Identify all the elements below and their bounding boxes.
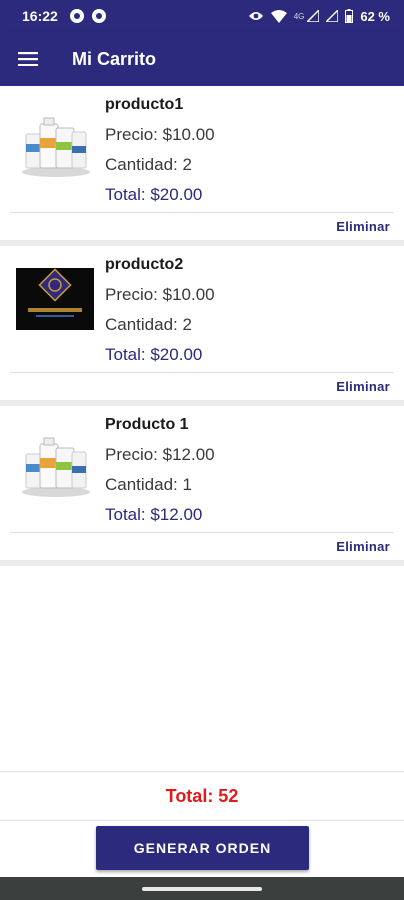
product-image xyxy=(22,437,90,497)
product-price: Precio: $10.00 xyxy=(105,125,215,144)
page-title: Mi Carrito xyxy=(72,48,157,69)
product-total: Total: $20.00 xyxy=(105,345,203,364)
hamburger-menu-icon xyxy=(18,52,38,66)
menu-button[interactable] xyxy=(0,32,56,86)
notification-icon-2 xyxy=(91,9,106,23)
product-quantity: Cantidad: 1 xyxy=(105,475,192,494)
product-name: Producto 1 xyxy=(105,416,189,433)
cart-grand-total: Total: 52 xyxy=(165,785,239,806)
status-time: 16:22 xyxy=(22,8,58,24)
home-gesture-handle[interactable] xyxy=(142,886,262,891)
divider xyxy=(10,532,394,533)
system-nav-bar xyxy=(0,877,404,900)
delete-button[interactable]: Eliminar xyxy=(336,379,390,394)
product-total: Total: $12.00 xyxy=(105,505,203,524)
product-name: producto2 xyxy=(105,256,184,273)
eye-icon xyxy=(248,12,263,20)
signal-icon xyxy=(307,10,320,22)
cart-list: producto1 Precio: $10.00 Cantidad: 2 Tot… xyxy=(0,86,404,566)
network-label: 4G xyxy=(293,11,305,21)
product-total: Total: $20.00 xyxy=(105,185,203,204)
product-price: Precio: $12.00 xyxy=(105,445,215,464)
product-quantity: Cantidad: 2 xyxy=(105,155,192,174)
battery-percent: 62 % xyxy=(360,8,390,24)
product-image xyxy=(16,268,94,330)
wifi-icon xyxy=(270,9,287,23)
product-image xyxy=(22,117,90,177)
app-bar: Mi Carrito xyxy=(0,32,404,86)
delete-button[interactable]: Eliminar xyxy=(336,539,390,554)
delete-button[interactable]: Eliminar xyxy=(336,219,390,234)
cart-item: producto1 Precio: $10.00 Cantidad: 2 Tot… xyxy=(0,86,404,246)
product-name: producto1 xyxy=(105,96,184,113)
product-price: Precio: $10.00 xyxy=(105,285,215,304)
cart-item: producto2 Precio: $10.00 Cantidad: 2 Tot… xyxy=(0,246,404,406)
battery-icon xyxy=(345,9,354,23)
signal-icon-2 xyxy=(326,10,339,22)
product-quantity: Cantidad: 2 xyxy=(105,315,192,334)
cart-item: Producto 1 Precio: $12.00 Cantidad: 1 To… xyxy=(0,406,404,566)
generate-order-button[interactable]: GENERAR ORDEN xyxy=(96,826,309,870)
cart-total-bar: Total: 52 xyxy=(0,771,404,821)
divider xyxy=(10,372,394,373)
divider xyxy=(10,212,394,213)
status-bar: 16:22 4G 62 % xyxy=(0,0,404,32)
notification-icon xyxy=(69,9,84,23)
